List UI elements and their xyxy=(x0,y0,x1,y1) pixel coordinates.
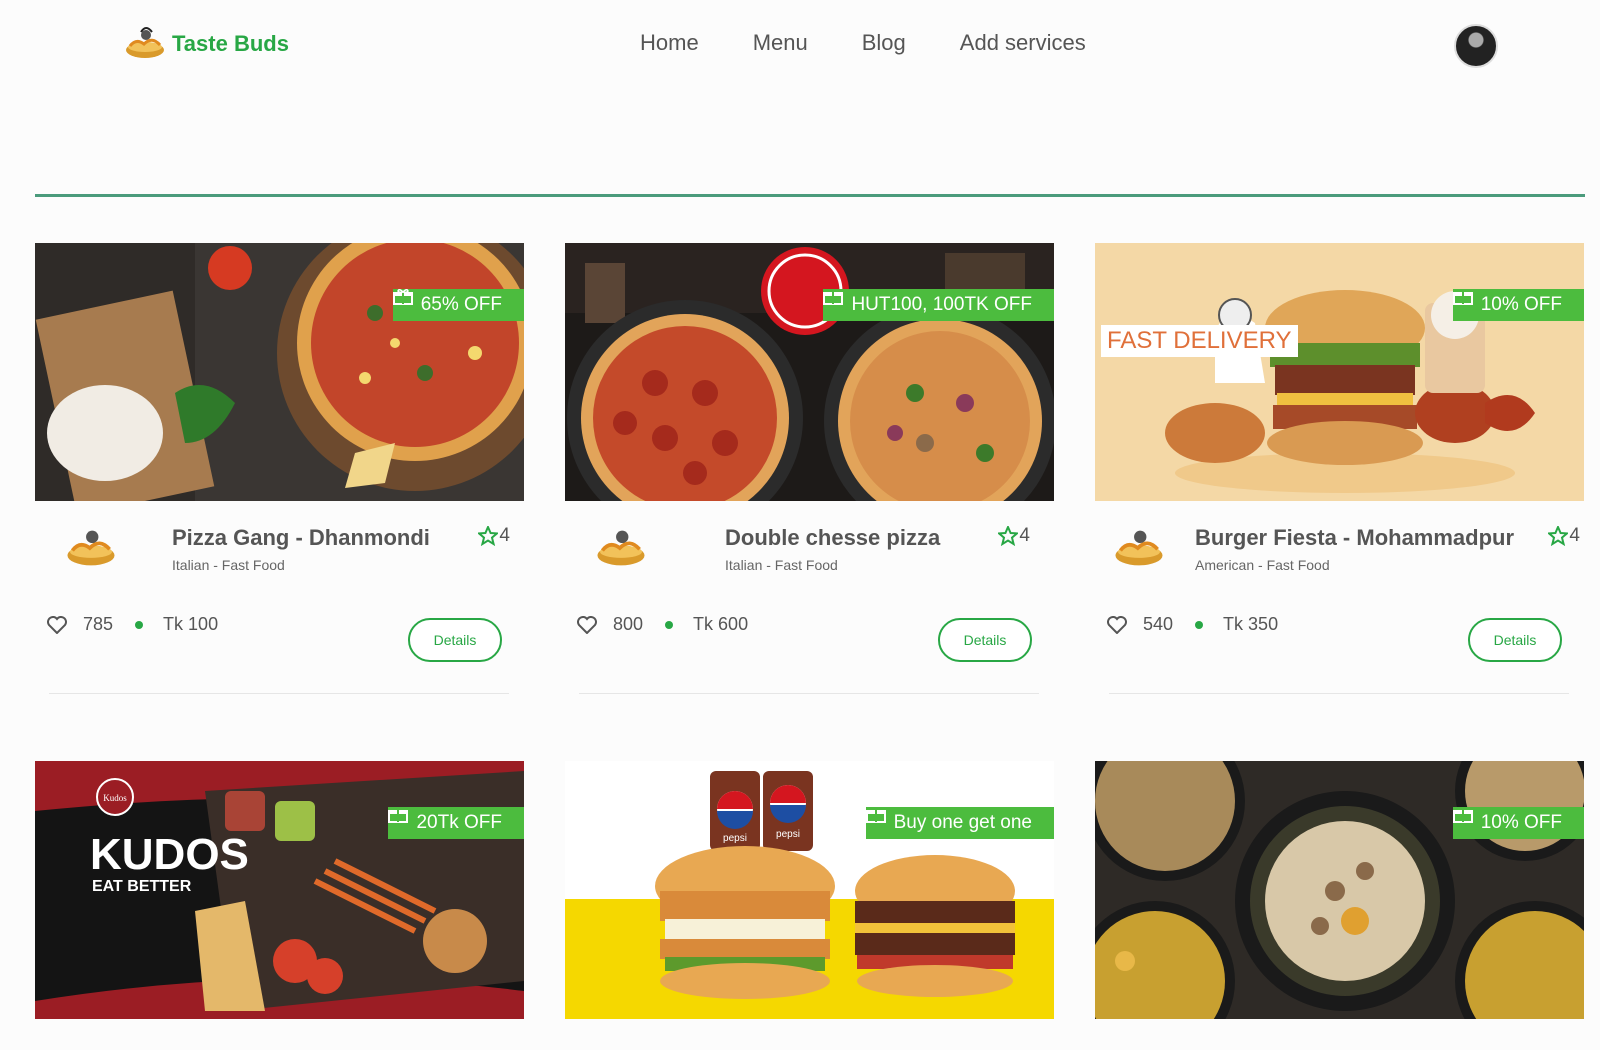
gift-icon xyxy=(1452,292,1473,305)
restaurant-logo-icon xyxy=(597,530,645,566)
restaurant-logo-icon xyxy=(67,530,115,566)
pepsi-label-1: pepsi xyxy=(723,833,747,844)
fast-delivery-label: FAST DELIVERY xyxy=(1101,325,1298,357)
rating-value: 4 xyxy=(1019,525,1030,546)
gift-icon xyxy=(388,810,409,823)
pepsi-label-2: pepsi xyxy=(776,829,800,840)
offer-text: 10% OFF xyxy=(1480,812,1562,833)
cuisine-label: Italian - Fast Food xyxy=(725,557,838,573)
card-info: Double chesse pizza Italian - Fast Food … xyxy=(565,501,1054,585)
offer-badge: HUT100, 100TK OFF xyxy=(823,289,1054,321)
price: Tk 600 xyxy=(693,614,749,634)
like-count: 800 xyxy=(613,614,644,634)
cuisine-label: American - Fast Food xyxy=(1195,557,1330,573)
card-separator xyxy=(1109,693,1569,694)
card-meta: 800 Tk 600 xyxy=(577,614,748,635)
offer-badge: 10% OFF xyxy=(1452,807,1584,839)
kudos-brand-text: KUDOS xyxy=(90,830,249,879)
rating: 4 xyxy=(998,525,1030,547)
price: Tk 350 xyxy=(1223,614,1279,634)
price: Tk 100 xyxy=(163,614,219,634)
rating: 4 xyxy=(1548,525,1580,547)
cuisine-label: Italian - Fast Food xyxy=(172,557,285,573)
card-separator xyxy=(49,693,509,694)
like-count: 540 xyxy=(1143,614,1174,634)
heart-icon[interactable] xyxy=(577,615,597,634)
main-nav: Home Menu Blog Add services xyxy=(640,30,1140,56)
pepsi-burgers-image: pepsi pepsi xyxy=(565,761,1054,1019)
gift-icon xyxy=(865,810,886,823)
restaurant-card[interactable]: 65% OFF Pizza Gang - Dhanmondi Italian -… xyxy=(35,243,524,694)
brand-name: Taste Buds xyxy=(172,31,289,56)
nav-home[interactable]: Home xyxy=(640,30,699,56)
card-info: Pizza Gang - Dhanmondi Italian - Fast Fo… xyxy=(35,501,524,585)
food-bowl-logo-icon xyxy=(126,27,164,58)
offer-text: HUT100, 100TK OFF xyxy=(851,294,1032,315)
offer-badge: 10% OFF xyxy=(1452,289,1584,321)
offer-badge: 20Tk OFF xyxy=(388,807,524,839)
star-icon xyxy=(1548,526,1569,546)
restaurant-card[interactable]: Kudos KUDOS EAT BETTER 20Tk OFF xyxy=(35,761,524,1019)
card-image-kudos: Kudos KUDOS EAT BETTER 20Tk OFF xyxy=(35,761,524,1019)
offer-text: 20Tk OFF xyxy=(416,812,502,833)
card-image-pizza-hut: HUT100, 100TK OFF xyxy=(565,243,1054,501)
restaurant-card[interactable]: pepsi pepsi Buy one get one xyxy=(565,761,1054,1019)
heart-icon[interactable] xyxy=(1107,615,1127,634)
top-header: Taste Buds Home Menu Blog Add services xyxy=(0,0,1600,95)
separator-dot xyxy=(135,620,144,629)
nav-menu[interactable]: Menu xyxy=(753,30,808,56)
details-button[interactable]: Details xyxy=(1468,618,1562,662)
restaurant-card[interactable]: FAST DELIVERY 10% OFF Burger Fiesta - Mo… xyxy=(1095,243,1584,694)
card-info: Burger Fiesta - Mohammadpur American - F… xyxy=(1095,501,1584,585)
pizza-board-image xyxy=(35,243,524,501)
kudos-image: Kudos KUDOS EAT BETTER xyxy=(35,761,524,1019)
card-meta: 785 Tk 100 xyxy=(47,614,218,635)
details-button[interactable]: Details xyxy=(938,618,1032,662)
details-button[interactable]: Details xyxy=(408,618,502,662)
section-divider xyxy=(35,194,1585,197)
kudos-tagline: EAT BETTER xyxy=(92,878,192,895)
restaurant-logo-icon xyxy=(1115,530,1163,566)
restaurant-title[interactable]: Pizza Gang - Dhanmondi xyxy=(172,525,430,551)
separator-dot xyxy=(665,620,674,629)
card-image-pepsi-burgers: pepsi pepsi Buy one get one xyxy=(565,761,1054,1019)
user-avatar[interactable] xyxy=(1454,24,1498,68)
nav-add-services[interactable]: Add services xyxy=(960,30,1086,56)
rating-value: 4 xyxy=(499,525,510,546)
restaurant-card[interactable]: 10% OFF xyxy=(1095,761,1584,1019)
like-count: 785 xyxy=(83,614,114,634)
gift-icon xyxy=(823,292,844,305)
star-icon xyxy=(998,526,1019,546)
restaurant-title[interactable]: Double chesse pizza xyxy=(725,525,940,551)
rating-value: 4 xyxy=(1569,525,1580,546)
nav-blog[interactable]: Blog xyxy=(862,30,906,56)
card-separator xyxy=(579,693,1039,694)
offer-text: Buy one get one xyxy=(893,812,1032,833)
offer-text: 65% OFF xyxy=(420,294,502,315)
gift-icon xyxy=(392,289,413,305)
biryani-image xyxy=(1095,761,1584,1019)
restaurant-title[interactable]: Burger Fiesta - Mohammadpur xyxy=(1195,525,1514,551)
card-image-pizza: 65% OFF xyxy=(35,243,524,501)
offer-text: 10% OFF xyxy=(1480,294,1562,315)
heart-icon[interactable] xyxy=(47,615,67,634)
pizza-hut-image xyxy=(565,243,1054,501)
gift-icon xyxy=(1452,810,1473,823)
card-image-burger: FAST DELIVERY 10% OFF xyxy=(1095,243,1584,501)
rating: 4 xyxy=(478,525,510,547)
card-image-biryani: 10% OFF xyxy=(1095,761,1584,1019)
card-meta: 540 Tk 350 xyxy=(1107,614,1278,635)
star-icon xyxy=(478,526,499,546)
burger-combo-image xyxy=(1095,243,1584,501)
offer-badge: 65% OFF xyxy=(392,289,524,321)
offer-badge: Buy one get one xyxy=(865,807,1054,839)
kudos-small-logo: Kudos xyxy=(103,793,127,803)
brand-link[interactable]: Taste Buds xyxy=(124,26,289,62)
restaurant-card[interactable]: HUT100, 100TK OFF Double chesse pizza It… xyxy=(565,243,1054,694)
separator-dot xyxy=(1195,620,1204,629)
